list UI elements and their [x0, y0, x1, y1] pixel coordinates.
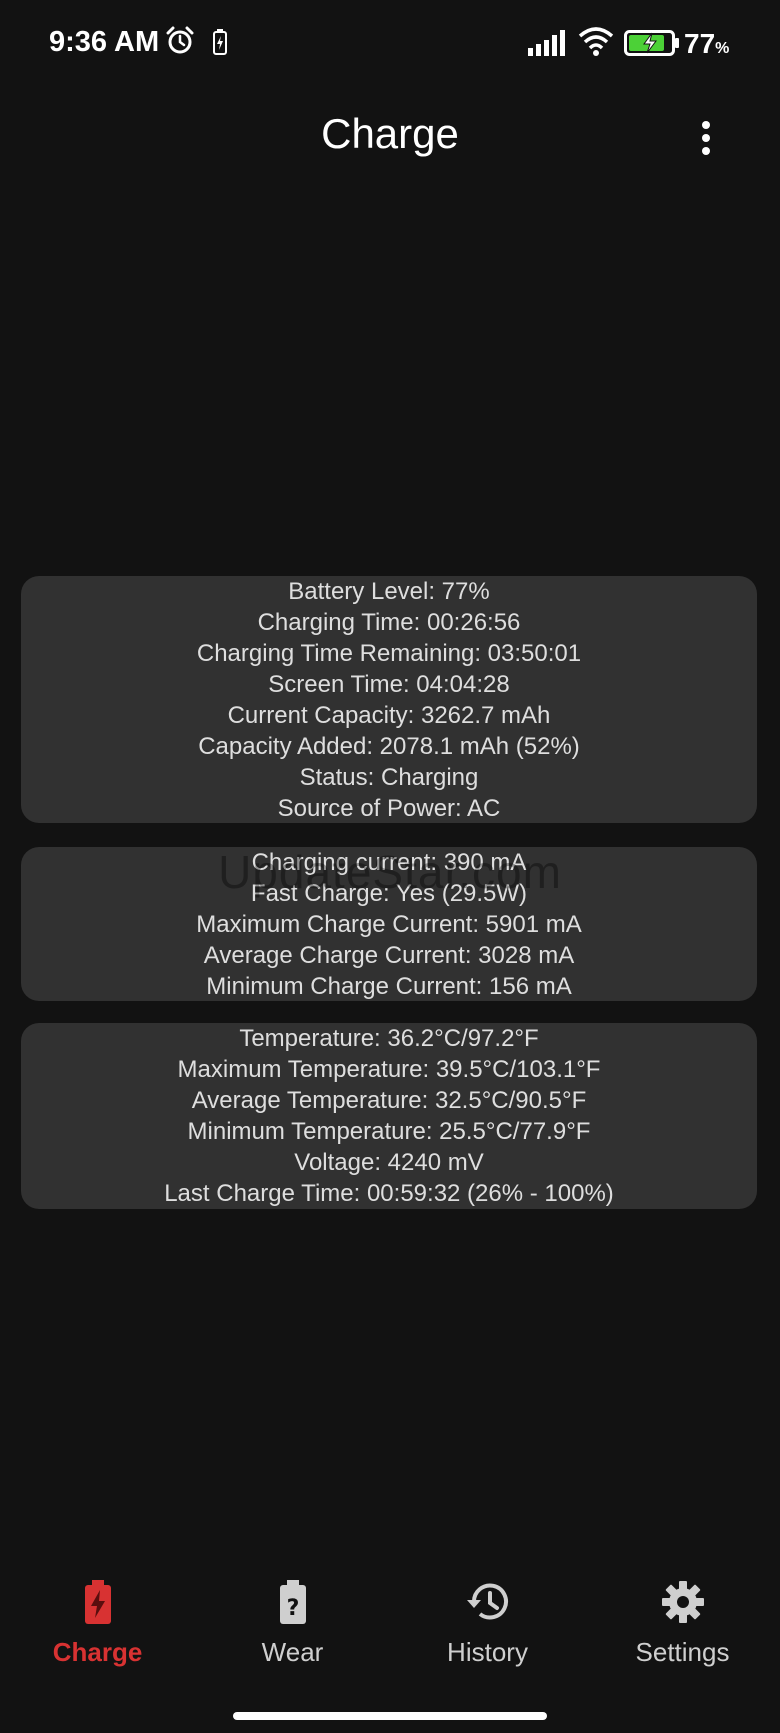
info-line: Last Charge Time: 00:59:32 (26% - 100%): [164, 1180, 614, 1207]
info-line: Current Capacity: 3262.7 mAh: [227, 702, 551, 729]
nav-label-settings: Settings: [635, 1637, 730, 1667]
overflow-menu-icon[interactable]: [696, 118, 716, 158]
battery-status-icon: [624, 30, 679, 56]
info-line: Capacity Added: 2078.1 mAh (52%): [198, 733, 580, 760]
info-line: Status: Charging: [299, 764, 479, 791]
battery-percent: 77%: [684, 28, 730, 59]
info-line: Temperature: 36.2°C/97.2°F: [239, 1025, 539, 1052]
svg-text:?: ?: [286, 1596, 299, 1621]
info-line: Minimum Charge Current: 156 mA: [206, 973, 572, 1000]
info-line: Maximum Temperature: 39.5°C/103.1°F: [177, 1056, 601, 1083]
nav-item-wear[interactable]: ? Wear: [195, 1580, 390, 1668]
signal-strength-icon: [528, 30, 565, 56]
nav-label-wear: Wear: [261, 1637, 324, 1667]
temperature-card: Temperature: 36.2°C/97.2°F Maximum Temper…: [21, 1023, 757, 1209]
home-indicator[interactable]: [233, 1712, 547, 1720]
battery-saver-icon: [213, 29, 227, 55]
status-time: 9:36 AM: [49, 26, 160, 58]
page-title: Charge: [321, 110, 459, 157]
info-line: Voltage: 4240 mV: [294, 1149, 484, 1176]
battery-question-icon: ?: [279, 1580, 306, 1624]
info-line: Charging current: 390 mA: [251, 849, 527, 876]
bottom-navigation: Charge ? Wear History Settings: [0, 1580, 780, 1690]
info-line: Charging Time: 00:26:56: [257, 609, 521, 636]
info-line: Screen Time: 04:04:28: [268, 671, 510, 698]
status-bar: 9:36 AM 77%: [0, 0, 780, 90]
info-line: Charging Time Remaining: 03:50:01: [196, 640, 582, 667]
battery-charging-icon: [84, 1580, 111, 1624]
info-line: Fast Charge: Yes (29.5W): [250, 880, 528, 907]
info-line: Source of Power: AC: [277, 795, 501, 822]
nav-label-charge: Charge: [52, 1637, 143, 1667]
battery-info-card: Battery Level: 77% Charging Time: 00:26:5…: [21, 576, 757, 823]
nav-item-history[interactable]: History: [390, 1580, 585, 1668]
info-line: Maximum Charge Current: 5901 mA: [196, 911, 582, 938]
alarm-clock-icon: [166, 26, 194, 54]
info-line: Battery Level: 77%: [288, 578, 490, 605]
nav-item-settings[interactable]: Settings: [585, 1580, 780, 1668]
info-line: Average Temperature: 32.5°C/90.5°F: [191, 1087, 587, 1114]
history-icon: [466, 1583, 508, 1620]
nav-label-history: History: [447, 1637, 528, 1667]
info-line: Minimum Temperature: 25.5°C/77.9°F: [187, 1118, 591, 1145]
info-line: Average Charge Current: 3028 mA: [203, 942, 575, 969]
charge-current-card: Charging current: 390 mA Fast Charge: Yes…: [21, 847, 757, 1001]
nav-item-charge[interactable]: Charge: [0, 1580, 195, 1668]
gear-icon: [661, 1581, 704, 1623]
wifi-icon: [578, 27, 614, 56]
